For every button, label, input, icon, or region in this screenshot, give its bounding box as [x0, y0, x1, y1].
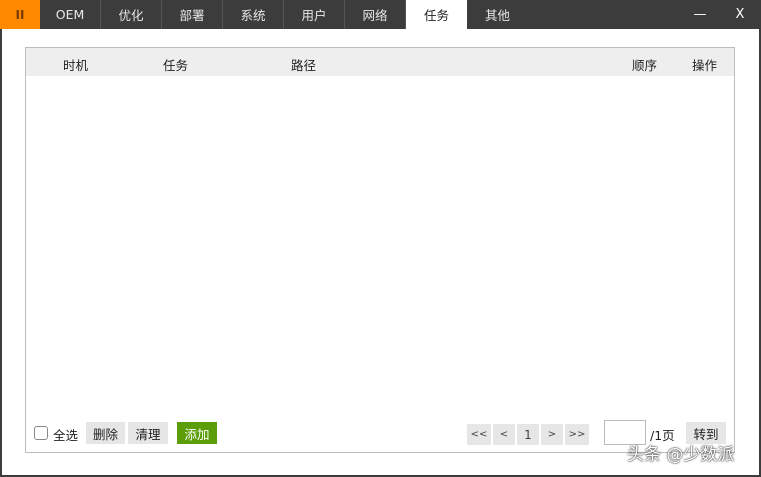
- task-table: 时机 任务 路径 顺序 操作 全选 删除 清理 添加 << < 1 > >> /…: [25, 47, 735, 453]
- tab-network[interactable]: 网络: [345, 0, 406, 29]
- tab-users[interactable]: 用户: [284, 0, 345, 29]
- select-all-label: 全选: [53, 428, 79, 443]
- delete-button[interactable]: 删除: [86, 422, 125, 444]
- tab-deploy[interactable]: 部署: [162, 0, 223, 29]
- tab-bar: II OEM 优化 部署 系统 用户 网络 任务 其他: [0, 0, 761, 29]
- minimize-button[interactable]: —: [680, 0, 720, 29]
- column-order: 顺序: [632, 58, 658, 73]
- tab-tasks[interactable]: 任务: [406, 0, 467, 29]
- table-header: 时机 任务 路径 顺序 操作: [26, 48, 734, 76]
- tab-other[interactable]: 其他: [467, 0, 528, 29]
- tab-oem[interactable]: OEM: [40, 0, 101, 29]
- column-timing: 时机: [63, 58, 89, 73]
- app-logo[interactable]: II: [0, 0, 40, 29]
- prev-page-button[interactable]: <: [493, 424, 515, 445]
- page-1-button[interactable]: 1: [517, 424, 539, 445]
- tab-optimize[interactable]: 优化: [101, 0, 162, 29]
- tasks-page: 时机 任务 路径 顺序 操作 全选 删除 清理 添加 << < 1 > >> /…: [2, 29, 759, 475]
- add-button[interactable]: 添加: [177, 422, 217, 444]
- next-page-button[interactable]: >: [541, 424, 563, 445]
- last-page-button[interactable]: >>: [565, 424, 589, 445]
- watermark: 头条 @少数派: [627, 445, 735, 465]
- column-task: 任务: [163, 58, 189, 73]
- column-actions: 操作: [692, 58, 718, 73]
- close-button[interactable]: X: [720, 0, 760, 29]
- first-page-button[interactable]: <<: [467, 424, 491, 445]
- select-all-checkbox[interactable]: [34, 426, 48, 440]
- tab-system[interactable]: 系统: [223, 0, 284, 29]
- clear-button[interactable]: 清理: [128, 422, 168, 444]
- column-path: 路径: [291, 58, 317, 73]
